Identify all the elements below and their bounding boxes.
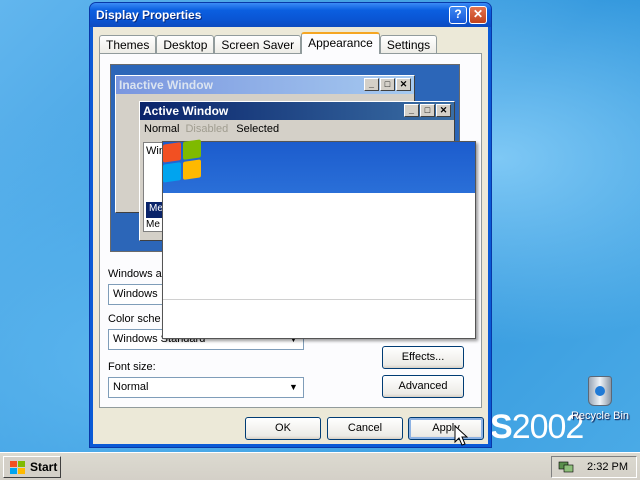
- cancel-button[interactable]: Cancel: [327, 417, 403, 440]
- tab-settings[interactable]: Settings: [379, 35, 438, 54]
- splash-header-band: [163, 142, 475, 193]
- menu-disabled: Disabled: [185, 123, 229, 135]
- recycle-bin[interactable]: Recycle Bin: [568, 376, 632, 422]
- inactive-window-title: Inactive Window: [119, 78, 213, 92]
- start-label: Start: [30, 460, 58, 474]
- chevron-down-icon[interactable]: ▼: [285, 379, 302, 396]
- recycle-bin-icon: [588, 376, 612, 406]
- windows-flag-icon: [10, 461, 26, 475]
- font-size-value: Normal: [113, 381, 149, 393]
- font-size-select[interactable]: Normal ▼: [108, 377, 304, 398]
- start-button[interactable]: Start: [3, 456, 61, 478]
- apply-button[interactable]: Apply: [408, 417, 484, 440]
- color-scheme-label: Color sche: [108, 313, 161, 325]
- preview-menubar: Normal Disabled Selected: [140, 120, 454, 138]
- mouse-pointer-icon: [454, 425, 468, 446]
- taskbar: Start 2:32 PM: [0, 452, 640, 480]
- preview-message-text: Me: [146, 219, 160, 230]
- menu-selected: Selected: [236, 123, 280, 135]
- ok-button[interactable]: OK: [245, 417, 321, 440]
- close-icon: ✕: [436, 104, 451, 117]
- clock[interactable]: 2:32 PM: [587, 461, 628, 473]
- font-size-label: Font size:: [108, 361, 156, 373]
- splash-window: [162, 139, 476, 339]
- advanced-button[interactable]: Advanced: [382, 375, 464, 398]
- help-button[interactable]: ?: [449, 6, 467, 24]
- windows-buttons-value: Windows: [113, 288, 158, 300]
- network-icon[interactable]: [558, 460, 574, 474]
- minimize-icon: _: [404, 104, 419, 117]
- tab-appearance[interactable]: Appearance: [301, 32, 380, 54]
- inactive-caption-buttons: _ □ ✕: [364, 78, 411, 91]
- dialog-titlebar[interactable]: Display Properties ? ✕: [90, 3, 491, 27]
- maximize-icon: □: [420, 104, 435, 117]
- effects-button[interactable]: Effects...: [382, 346, 464, 369]
- active-window-caption: Active Window _ □ ✕: [140, 102, 454, 120]
- brand-letter: S: [490, 408, 513, 446]
- close-icon: ✕: [396, 78, 411, 91]
- tab-strip: Themes Desktop Screen Saver Appearance S…: [99, 32, 438, 54]
- maximize-icon: □: [380, 78, 395, 91]
- close-button[interactable]: ✕: [469, 6, 487, 24]
- tab-desktop[interactable]: Desktop: [156, 35, 215, 54]
- windows-buttons-label: Windows a: [108, 268, 162, 280]
- active-caption-buttons: _ □ ✕: [404, 104, 451, 117]
- tab-screen-saver[interactable]: Screen Saver: [214, 35, 302, 54]
- splash-divider: [163, 299, 475, 300]
- minimize-icon: _: [364, 78, 379, 91]
- menu-normal: Normal: [144, 123, 180, 135]
- windows-logo-icon: [161, 135, 203, 189]
- tab-themes[interactable]: Themes: [99, 35, 157, 54]
- system-tray: 2:32 PM: [551, 456, 637, 478]
- recycle-bin-label: Recycle Bin: [570, 410, 630, 422]
- dialog-title: Display Properties: [96, 8, 202, 22]
- active-window-title: Active Window: [143, 104, 229, 118]
- inactive-window-caption: Inactive Window _ □ ✕: [116, 76, 414, 94]
